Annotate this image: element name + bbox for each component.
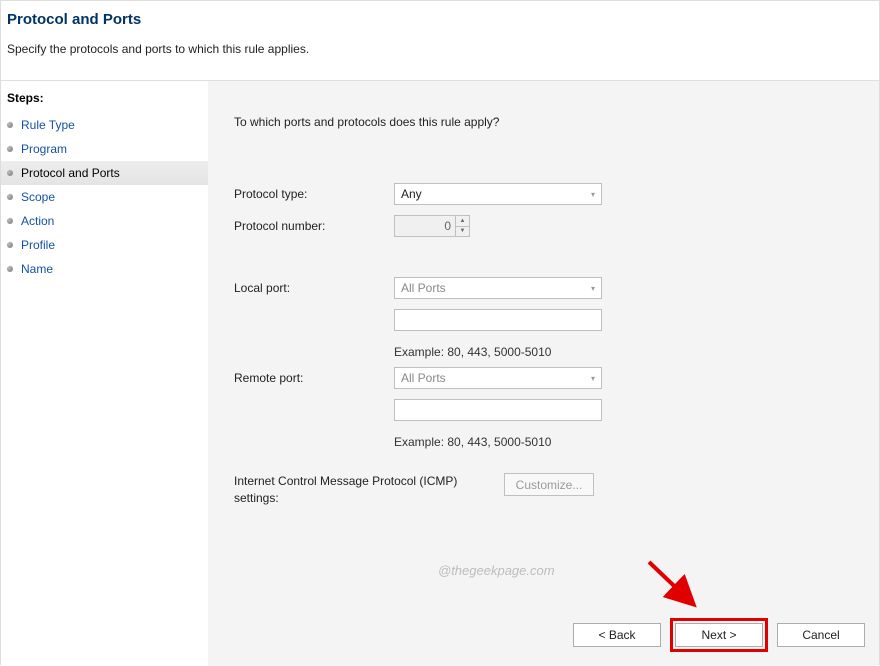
- remote-port-dropdown[interactable]: All Ports ▾: [394, 367, 602, 389]
- local-port-input[interactable]: [394, 309, 602, 331]
- back-button[interactable]: < Back: [573, 623, 661, 647]
- protocol-number-label: Protocol number:: [234, 219, 394, 233]
- remote-port-example: Example: 80, 443, 5000-5010: [234, 431, 853, 457]
- protocol-type-value: Any: [401, 187, 422, 201]
- local-port-value: All Ports: [401, 281, 446, 295]
- protocol-number-input: 0 ▲ ▼: [394, 215, 470, 237]
- chevron-down-icon: ▾: [591, 190, 595, 199]
- step-bullet-icon: [7, 146, 13, 152]
- step-item-program[interactable]: Program: [1, 137, 208, 161]
- step-bullet-icon: [7, 122, 13, 128]
- step-label: Protocol and Ports: [21, 166, 120, 180]
- wizard-button-bar: < Back Next > Cancel: [573, 618, 865, 652]
- step-label: Profile: [21, 238, 55, 252]
- step-label: Action: [21, 214, 54, 228]
- spinner-up-icon[interactable]: ▲: [456, 216, 469, 227]
- step-label: Rule Type: [21, 118, 75, 132]
- content-question: To which ports and protocols does this r…: [234, 115, 853, 129]
- step-bullet-icon: [7, 170, 13, 176]
- remote-port-value: All Ports: [401, 371, 446, 385]
- step-label: Name: [21, 262, 53, 276]
- step-bullet-icon: [7, 242, 13, 248]
- steps-heading: Steps:: [1, 87, 208, 113]
- icmp-settings-label: Internet Control Message Protocol (ICMP)…: [234, 473, 504, 507]
- local-port-dropdown[interactable]: All Ports ▾: [394, 277, 602, 299]
- spinner-down-icon[interactable]: ▼: [456, 227, 469, 237]
- step-item-rule-type[interactable]: Rule Type: [1, 113, 208, 137]
- next-button-highlight: Next >: [670, 618, 768, 652]
- customize-button: Customize...: [504, 473, 594, 496]
- steps-sidebar: Steps: Rule Type Program Protocol and Port…: [1, 81, 208, 666]
- remote-port-label: Remote port:: [234, 371, 394, 385]
- step-item-name[interactable]: Name: [1, 257, 208, 281]
- chevron-down-icon: ▾: [591, 374, 595, 383]
- local-port-label: Local port:: [234, 281, 394, 295]
- step-item-scope[interactable]: Scope: [1, 185, 208, 209]
- step-item-profile[interactable]: Profile: [1, 233, 208, 257]
- step-label: Program: [21, 142, 67, 156]
- step-item-action[interactable]: Action: [1, 209, 208, 233]
- cancel-button[interactable]: Cancel: [777, 623, 865, 647]
- protocol-type-label: Protocol type:: [234, 187, 394, 201]
- page-description: Specify the protocols and ports to which…: [7, 42, 873, 56]
- watermark-text: @thegeekpage.com: [438, 563, 555, 578]
- step-bullet-icon: [7, 266, 13, 272]
- step-bullet-icon: [7, 194, 13, 200]
- protocol-number-value: 0: [395, 219, 455, 233]
- page-title: Protocol and Ports: [7, 11, 873, 28]
- chevron-down-icon: ▾: [591, 284, 595, 293]
- content-panel: To which ports and protocols does this r…: [208, 81, 879, 666]
- step-label: Scope: [21, 190, 55, 204]
- step-item-protocol-and-ports[interactable]: Protocol and Ports: [1, 161, 208, 185]
- step-bullet-icon: [7, 218, 13, 224]
- protocol-type-dropdown[interactable]: Any ▾: [394, 183, 602, 205]
- next-button[interactable]: Next >: [675, 623, 763, 647]
- remote-port-input[interactable]: [394, 399, 602, 421]
- local-port-example: Example: 80, 443, 5000-5010: [234, 341, 853, 367]
- annotation-arrow-icon: [643, 558, 703, 612]
